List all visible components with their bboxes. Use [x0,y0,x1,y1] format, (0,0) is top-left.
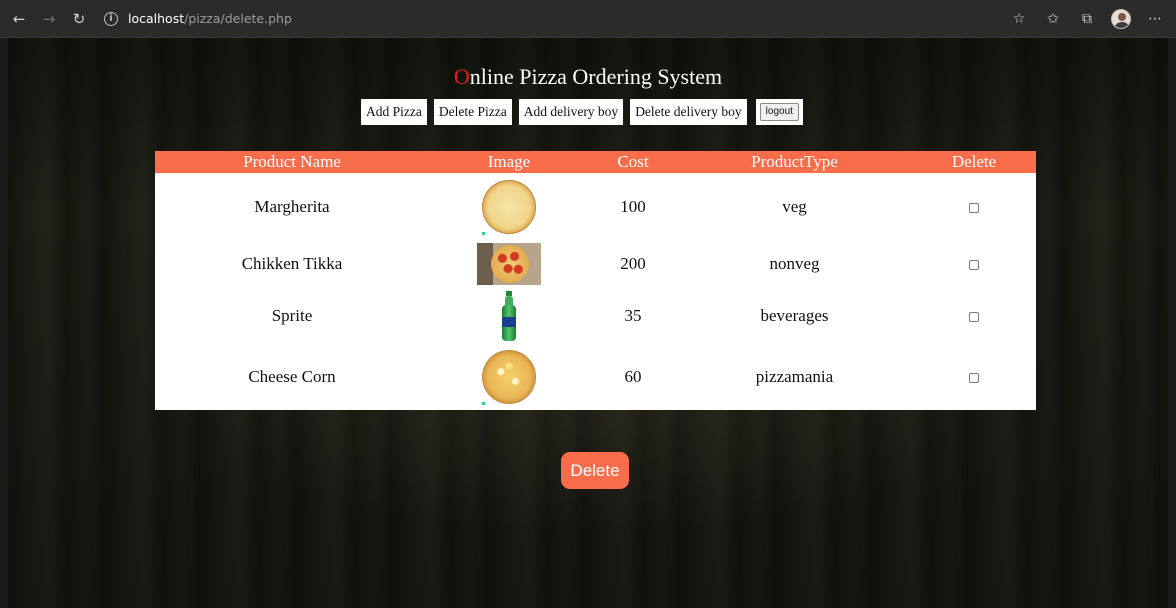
pizza-cheese-icon [482,350,536,405]
product-cost: 200 [620,253,646,273]
header-delete: Delete [951,152,997,171]
reload-icon[interactable]: ↻ [68,8,90,30]
table-row: Sprite 35 beverages [155,287,1036,344]
info-icon[interactable]: i [104,11,118,26]
star-icon[interactable]: ☆ [1006,6,1032,32]
product-name: Cheese Corn [248,367,336,386]
pizza-pepperoni-icon [477,242,541,285]
product-cost: 100 [620,196,646,216]
header-cost: Cost [617,152,649,171]
delete-checkbox[interactable] [969,202,979,213]
product-type: pizzamania [755,367,834,386]
url-path: /pizza/delete.php [184,11,292,26]
back-arrow-icon[interactable]: ← [8,8,30,30]
product-cost: 60 [624,367,642,386]
profile-avatar[interactable] [1108,6,1134,32]
product-name: Margherita [254,196,330,216]
add-pizza-button[interactable]: Add Pizza [361,99,427,125]
delete-pizza-button[interactable]: Delete Pizza [433,99,512,125]
address-bar[interactable]: i localhost/pizza/delete.php [104,6,292,32]
logout-button[interactable]: logout [759,103,799,121]
add-delivery-boy-button[interactable]: Add delivery boy [518,99,624,125]
product-cost: 35 [624,305,642,325]
bottle-icon [500,290,518,341]
header-product-name: Product Name [243,152,341,171]
delete-checkbox[interactable] [969,311,979,322]
collections-icon[interactable]: ⧉ [1074,6,1100,32]
avatar [1111,9,1131,29]
page-background: Online Pizza Ordering System Add Pizza D… [8,38,1168,608]
delete-delivery-boy-button[interactable]: Delete delivery boy [630,99,747,125]
header-image: Image [487,152,531,171]
logout-container: logout [755,99,803,125]
header-product-type: ProductType [751,152,838,171]
admin-menu: Add Pizza Delete Pizza Add delivery boy … [361,99,803,125]
product-type: nonveg [769,253,820,273]
products-table: Product Name Image Cost ProductType Dele… [155,151,1036,410]
browser-toolbar: ← → ↻ i localhost/pizza/delete.php ☆ ✩ ⧉… [0,0,1176,38]
product-name: Sprite [271,305,313,325]
product-type: beverages [760,305,829,325]
table-header-row: Product Name Image Cost ProductType Dele… [155,151,1036,173]
product-type: veg [782,196,807,216]
page-title: Online Pizza Ordering System [8,64,1168,90]
title-first-letter: O [453,64,470,89]
delete-checkbox[interactable] [969,259,979,270]
table-row: Chikken Tikka 200 nonveg [155,240,1036,287]
table-row: Margherita 100 veg [155,173,1036,240]
favorites-icon[interactable]: ✩ [1040,6,1066,32]
delete-button[interactable]: Delete [561,452,629,489]
forward-arrow-icon[interactable]: → [38,8,60,30]
product-name: Chikken Tikka [241,253,343,273]
delete-checkbox[interactable] [969,373,979,384]
url-text[interactable]: localhost/pizza/delete.php [128,11,292,26]
url-host: localhost [128,11,185,26]
more-menu-icon[interactable]: ⋯ [1142,6,1168,32]
title-rest: nline Pizza Ordering System [469,64,723,89]
pizza-plain-icon [482,179,536,235]
table-row: Cheese Corn 60 pizzamania [155,344,1036,410]
